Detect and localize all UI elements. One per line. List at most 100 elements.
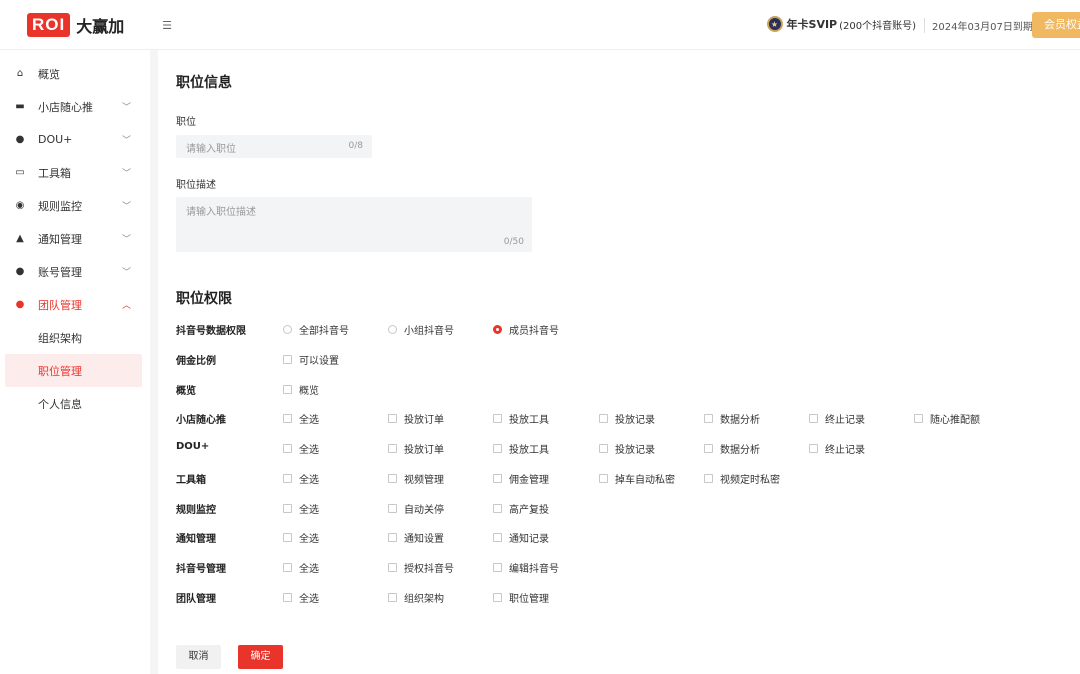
monitor-icon: ◉ (15, 200, 25, 211)
checkbox-label: 投放工具 (509, 415, 549, 427)
checkbox-label: 掉车自动私密 (615, 474, 675, 486)
checkbox-square (283, 473, 292, 483)
perm-checkbox[interactable]: 随心推配额 (914, 411, 980, 426)
perm-checkbox[interactable]: 投放工具 (493, 411, 549, 426)
vip-title: 年卡SVIP (786, 18, 838, 31)
perm-checkbox[interactable]: 投放订单 (388, 411, 444, 426)
perm-checkbox[interactable]: 通知记录 (493, 530, 549, 545)
main-content: 职位信息 职位 请输入职位 0/8 职位描述 请输入职位描述 0/50 职位权限… (158, 50, 1080, 674)
checkbox-square (283, 533, 292, 543)
sidebar-item-dou[interactable]: ● DOU+ ﹀ (0, 123, 150, 156)
perm-checkbox[interactable]: 投放工具 (493, 441, 549, 456)
perm-label: 抖音号数据权限 (176, 326, 246, 337)
perm-checkbox[interactable]: 高产复投 (493, 501, 549, 516)
perm-checkbox[interactable]: 全选 (283, 441, 319, 456)
description-textarea[interactable]: 请输入职位描述 0/50 (176, 197, 532, 252)
radio-all-accounts[interactable]: 全部抖音号 (283, 322, 349, 337)
sidebar: ⌂ 概览 ▬ 小店随心推 ﹀ ● DOU+ ﹀ ▭ 工具箱 ﹀ ◉ 规则监控 ﹀… (0, 50, 150, 674)
radio-circle (283, 325, 292, 334)
checkbox-square (283, 444, 292, 454)
perm-checkbox[interactable]: 投放订单 (388, 441, 444, 456)
sidebar-item-shop[interactable]: ▬ 小店随心推 ﹀ (0, 90, 150, 123)
perm-checkbox[interactable]: 数据分析 (704, 411, 760, 426)
perm-checkbox[interactable]: 全选 (283, 411, 319, 426)
sidebar-item-label: 概览 (38, 67, 60, 81)
perm-checkbox[interactable]: 组织架构 (388, 590, 444, 605)
perm-checkbox[interactable]: 掉车自动私密 (599, 471, 675, 486)
sidebar-subitem-label: 组织架构 (38, 331, 82, 345)
perm-label: 小店随心推 (176, 415, 226, 427)
checkbox-label: 职位管理 (509, 593, 549, 605)
logo[interactable]: ROI 大赢加 (27, 13, 124, 37)
checkbox-label: 投放记录 (615, 415, 655, 427)
checkbox-label: 数据分析 (720, 445, 760, 457)
perm-checkbox[interactable]: 终止记录 (809, 411, 865, 426)
position-counter: 0/8 (348, 141, 363, 151)
chevron-down-icon: ﹀ (122, 202, 132, 212)
checkbox-label: 视频定时私密 (720, 474, 780, 486)
checkbox-label: 高产复投 (509, 504, 549, 516)
perm-checkbox[interactable]: 全选 (283, 590, 319, 605)
home-icon: ⌂ (16, 68, 24, 79)
perm-label: 抖音号管理 (176, 563, 226, 575)
perm-checkbox[interactable]: 视频管理 (388, 471, 444, 486)
perm-row: 通知管理 全选 通知设置 通知记录 (176, 527, 1056, 547)
perm-checkbox[interactable]: 投放记录 (599, 411, 655, 426)
perm-checkbox[interactable]: 投放记录 (599, 441, 655, 456)
sidebar-item-monitor[interactable]: ◉ 规则监控 ﹀ (0, 189, 150, 222)
checkbox-label: 通知记录 (509, 534, 549, 546)
checkbox-square (493, 562, 502, 572)
sidebar-subitem-position[interactable]: 职位管理 (5, 354, 142, 387)
perm-label: 通知管理 (176, 534, 216, 546)
radio-member-accounts[interactable]: 成员抖音号 (493, 322, 559, 337)
sidebar-item-toolbox[interactable]: ▭ 工具箱 ﹀ (0, 156, 150, 189)
vip-badge-icon: ★ (766, 16, 783, 32)
perm-checkbox[interactable]: 全选 (283, 560, 319, 575)
sidebar-subitem-org[interactable]: 组织架构 (5, 321, 142, 354)
perm-checkbox[interactable]: 职位管理 (493, 590, 549, 605)
radio-circle-selected (493, 325, 502, 334)
confirm-button[interactable]: 确定 (238, 645, 283, 669)
perm-checkbox[interactable]: 佣金管理 (493, 471, 549, 486)
cancel-button[interactable]: 取消 (176, 645, 221, 669)
position-input[interactable]: 请输入职位 0/8 (176, 135, 372, 158)
checkbox-square (704, 473, 713, 483)
perm-checkbox[interactable]: 编辑抖音号 (493, 560, 559, 575)
checkbox-square (283, 355, 292, 364)
radio-group-accounts[interactable]: 小组抖音号 (388, 322, 454, 337)
sidebar-item-overview[interactable]: ⌂ 概览 (0, 57, 150, 90)
checkbox-square (283, 503, 292, 513)
perm-checkbox[interactable]: 数据分析 (704, 441, 760, 456)
perm-checkbox[interactable]: 概览 (283, 382, 319, 397)
perm-checkbox[interactable]: 可以设置 (283, 352, 339, 367)
perm-checkbox[interactable]: 自动关停 (388, 501, 444, 516)
toolbox-icon: ▭ (15, 167, 25, 178)
perm-label: 规则监控 (176, 504, 216, 516)
sidebar-item-label: DOU+ (38, 133, 73, 146)
sidebar-item-notify[interactable]: ▲ 通知管理 ﹀ (0, 222, 150, 255)
perm-checkbox[interactable]: 授权抖音号 (388, 560, 454, 575)
perm-checkbox[interactable]: 终止记录 (809, 441, 865, 456)
sidebar-item-label: 规则监控 (38, 199, 82, 213)
checkbox-square (914, 414, 923, 424)
sidebar-subitem-profile[interactable]: 个人信息 (5, 387, 142, 420)
checkbox-square (493, 503, 502, 513)
perm-checkbox[interactable]: 全选 (283, 530, 319, 545)
sidebar-item-label: 团队管理 (38, 298, 82, 312)
perm-checkbox[interactable]: 通知设置 (388, 530, 444, 545)
perm-row: 佣金比例 可以设置 (176, 349, 1056, 369)
perm-row: 工具箱 全选 视频管理 佣金管理 掉车自动私密 视频定时私密 (176, 468, 1056, 488)
checkbox-square (388, 562, 397, 572)
perm-checkbox[interactable]: 全选 (283, 471, 319, 486)
logo-mark: ROI (27, 13, 71, 37)
member-benefits-button[interactable]: 会员权益 (1032, 12, 1080, 38)
perm-checkbox[interactable]: 全选 (283, 501, 319, 516)
checkbox-label: 全选 (299, 563, 319, 575)
checkbox-label: 随心推配额 (930, 415, 980, 427)
checkbox-label: 授权抖音号 (404, 563, 454, 575)
perm-checkbox[interactable]: 视频定时私密 (704, 471, 780, 486)
sidebar-item-team[interactable]: ● 团队管理 ︿ (0, 288, 150, 321)
sidebar-item-account[interactable]: ● 账号管理 ﹀ (0, 255, 150, 288)
collapse-menu-icon[interactable]: ☰ (158, 16, 176, 34)
user-icon: ● (15, 266, 25, 277)
